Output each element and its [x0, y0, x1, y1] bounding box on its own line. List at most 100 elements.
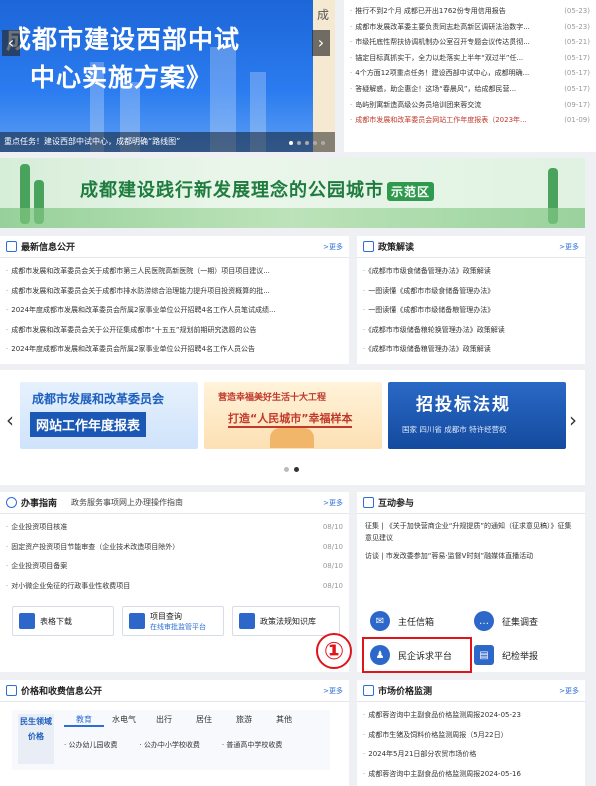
item-title: 企业投资项目核准	[6, 518, 67, 538]
list-item[interactable]: 锚定目标真抓实干，全力以赴落实上半年“双过半”任... (05-17)	[350, 51, 590, 67]
price-item[interactable]: · 公办中小学校收费	[139, 740, 199, 750]
hero-pagination[interactable]	[289, 141, 325, 145]
panel-title: 价格和收费信息公开	[21, 687, 103, 697]
list-item[interactable]: 一图读懂《成都市市级储备粮管理办法》	[363, 301, 579, 321]
feature-slider: ‹ › 成都市发展和改革委员会 网站工作年度报表 营造幸福美好生活十大工程 打造…	[0, 370, 585, 485]
list-item[interactable]: 企业投资项目核准 08/10	[6, 518, 343, 538]
query-icon	[129, 613, 145, 629]
list-item[interactable]: 4个方面12项重点任务！建设西部中试中心，成都明确... (05-17)	[350, 66, 590, 82]
guide-icon	[6, 497, 17, 508]
list-item[interactable]: 成都市发展改革委主要负责同志赴高新区调研法治数字... (05-23)	[350, 20, 590, 36]
list-item[interactable]: 市级托底性帮扶协调机制办公室召开专题会议传达贯彻... (05-21)	[350, 35, 590, 51]
item-title: 成都市发展和改革委员会关于成都市排水防涝综合治理能力提升项目投资概算的批...	[6, 282, 270, 302]
list-item[interactable]: 成都市发展和改革委员会关于成都市第三人民医院高新医院（一期）项目项目建议...	[6, 262, 343, 282]
more-link[interactable]: >更多	[323, 498, 343, 508]
list-item[interactable]: 2024年度成都市发展和改革委员会所属2家事业单位公开招聘4名工作人员笔试成绩.…	[6, 301, 343, 321]
form-download-button[interactable]: 表格下载	[12, 606, 114, 636]
news-date: (05-17)	[564, 69, 590, 78]
list-item[interactable]: 成都市生猪及饲料价格监测周报（5月22日）	[363, 726, 579, 746]
annual-report-card[interactable]: 成都市发展和改革委员会 网站工作年度报表	[20, 382, 198, 449]
policy-knowledge-button[interactable]: 政策法规知识库	[232, 606, 340, 636]
banner-title: 成都建设践行新发展理念的公园城市 示范区	[80, 176, 435, 202]
list-item[interactable]: 企业投资项目备案 08/10	[6, 557, 343, 577]
card-line2: 打造“人民城市”幸福样本	[228, 410, 353, 428]
pagination-dot[interactable]	[321, 141, 325, 145]
list-item[interactable]: 成都市发展和改革委员会网站工作年度报表（2023年... (01-09)	[350, 113, 590, 129]
pagination-dot[interactable]	[289, 141, 293, 145]
hero-prev-button[interactable]: ‹	[2, 30, 20, 56]
item-title: 成都蓉咨询中主副食品价格监测周报2024-05-23	[363, 706, 521, 726]
item-title: 固定资产投资项目节能审查（企业技术改造项目除外）	[6, 538, 179, 558]
panel-title: 政策解读	[378, 243, 415, 253]
pagination-dot[interactable]	[294, 467, 299, 472]
list-item[interactable]: 成都蓉咨询中主副食品价格监测周报2024-05-23	[363, 706, 579, 726]
interaction-item[interactable]: 访谈 | 市发改委参加“蓉易·监督V时刻”融媒体直播活动	[365, 550, 577, 562]
partial-char: 成	[317, 8, 330, 22]
list-item[interactable]: 固定资产投资项目节能审查（企业技术改造项目除外） 08/10	[6, 538, 343, 558]
item-date: 08/10	[322, 581, 343, 590]
button-label: 项目查询 在线审批监管平台	[150, 611, 206, 632]
list-item[interactable]: 答疑解惑，助企惠企！这场“春晨风”，给成都民营... (05-17)	[350, 82, 590, 98]
guide-subtitle[interactable]: 政务服务事项网上办理操作指南	[71, 497, 183, 508]
list-item[interactable]: 成都蓉咨询中主副食品价格监测周报2024-05-16	[363, 765, 579, 785]
hero-caption[interactable]: 重点任务！建设西部中试中心，成都明确“路线图”	[0, 132, 335, 152]
more-link[interactable]: >更多	[323, 242, 343, 252]
more-link[interactable]: >更多	[559, 686, 579, 696]
park-city-banner[interactable]: 成都建设践行新发展理念的公园城市 示范区	[0, 158, 585, 228]
more-link[interactable]: >更多	[323, 686, 343, 696]
list-item[interactable]: 《成都市市级食储备管理办法》政策解读	[363, 262, 579, 282]
list-item[interactable]: 成都市发展和改革委员会关于公开征集成都市“十五五”规划前期研究选题的公告	[6, 321, 343, 341]
hero-carousel[interactable]: 成 成都市建设西部中试 中心实施方案》 ‹ › 重点任务！建设西部中试中心，成都…	[0, 0, 335, 152]
banner-badge: 示范区	[387, 181, 435, 201]
pagination-dot[interactable]	[284, 467, 289, 472]
item-title: 企业投资项目备案	[6, 557, 67, 577]
list-item[interactable]: 推行不到2个月 成都已开出1762份专用信用报告 (05-23)	[350, 4, 590, 20]
news-title: 成都市发展和改革委员会网站工作年度报表（2023年...	[350, 113, 527, 129]
price-tab[interactable]: 居住	[184, 714, 224, 727]
list-item[interactable]: 《成都市市级储备粮管理办法》政策解读	[363, 340, 579, 360]
pagination-dot[interactable]	[305, 141, 309, 145]
list-item[interactable]: 2024年5月21日部分农贸市场价格	[363, 745, 579, 765]
more-link[interactable]: >更多	[559, 242, 579, 252]
slider-prev-button[interactable]: ‹	[6, 408, 14, 432]
list-item[interactable]: 2024年度成都市发展和改革委员会所属2家事业单位公开招聘4名工作人员公告	[6, 340, 343, 360]
list-item[interactable]: 一图读懂《成都市市级食储备管理办法》	[363, 282, 579, 302]
interaction-item[interactable]: 征集 | 《关于加快营商企业“升规提质”的通知（征求意见稿）》征集意见建议	[365, 520, 577, 544]
list-item[interactable]: 《成都市市级储备粮轮换管理办法》政策解读	[363, 321, 579, 341]
hero-next-button[interactable]: ›	[312, 30, 330, 56]
comment-icon: …	[474, 611, 494, 631]
item-date: 08/10	[322, 523, 343, 531]
project-query-button[interactable]: 项目查询 在线审批监管平台	[122, 606, 224, 636]
price-tab[interactable]: 旅游	[224, 714, 264, 727]
price-tab[interactable]: 其他	[264, 714, 304, 727]
info-list-icon	[6, 241, 17, 252]
item-title: 成都市发展和改革委员会关于成都市第三人民医院高新医院（一期）项目项目建议...	[6, 262, 270, 282]
card-line1: 营造幸福美好生活十大工程	[218, 393, 327, 403]
happy-life-card[interactable]: 营造幸福美好生活十大工程 打造“人民城市”幸福样本	[204, 382, 382, 449]
slider-pagination[interactable]	[284, 467, 299, 472]
report-button[interactable]: ▤ 纪检举报	[474, 644, 538, 666]
market-list: 成都蓉咨询中主副食品价格监测周报2024-05-23成都市生猪及饲料价格监测周报…	[357, 702, 585, 786]
item-title: 2024年度成都市发展和改革委员会所属2家事业单位公开招聘4名工作人员笔试成绩.…	[6, 301, 275, 321]
slider-next-button[interactable]: ›	[569, 408, 577, 432]
price-item[interactable]: · 公办幼儿园收费	[64, 740, 117, 750]
pagination-dot[interactable]	[313, 141, 317, 145]
mailbox-button[interactable]: ✉ 主任信箱	[370, 610, 434, 632]
bidding-law-card[interactable]: 招投标法规 国家 四川省 成都市 特许经营权	[388, 382, 566, 449]
next-slide-peek: 成	[313, 0, 335, 152]
item-title: 2024年度成都市发展和改革委员会所属2家事业单位公开招聘4名工作人员公告	[6, 340, 255, 360]
survey-button[interactable]: … 征集调查	[474, 610, 538, 632]
list-item[interactable]: 岛屿别寓新造高级公务员培训团来蓉交流 (09-17)	[350, 98, 590, 114]
page: 成 成都市建设西部中试 中心实施方案》 ‹ › 重点任务！建设西部中试中心，成都…	[0, 0, 596, 786]
news-title: 锚定目标真抓实干，全力以赴落实上半年“双过半”任...	[350, 51, 523, 67]
price-tab[interactable]: 出行	[144, 714, 184, 727]
price-tab[interactable]: 水电气	[104, 714, 144, 727]
item-title: 《成都市市级储备粮管理办法》政策解读	[363, 340, 491, 360]
price-tab[interactable]: 教育	[64, 714, 104, 727]
list-item[interactable]: 对小微企业免征的行政事业性收费项目 08/10	[6, 577, 343, 597]
panel-title: 互动参与	[378, 499, 415, 509]
list-item[interactable]: 成都市发展和改革委员会关于成都市排水防涝综合治理能力提升项目投资概算的批...	[6, 282, 343, 302]
pagination-dot[interactable]	[297, 141, 301, 145]
price-item[interactable]: · 普通高中学校收费	[222, 740, 282, 750]
panel-header: 市场价格监测 >更多	[357, 680, 585, 702]
